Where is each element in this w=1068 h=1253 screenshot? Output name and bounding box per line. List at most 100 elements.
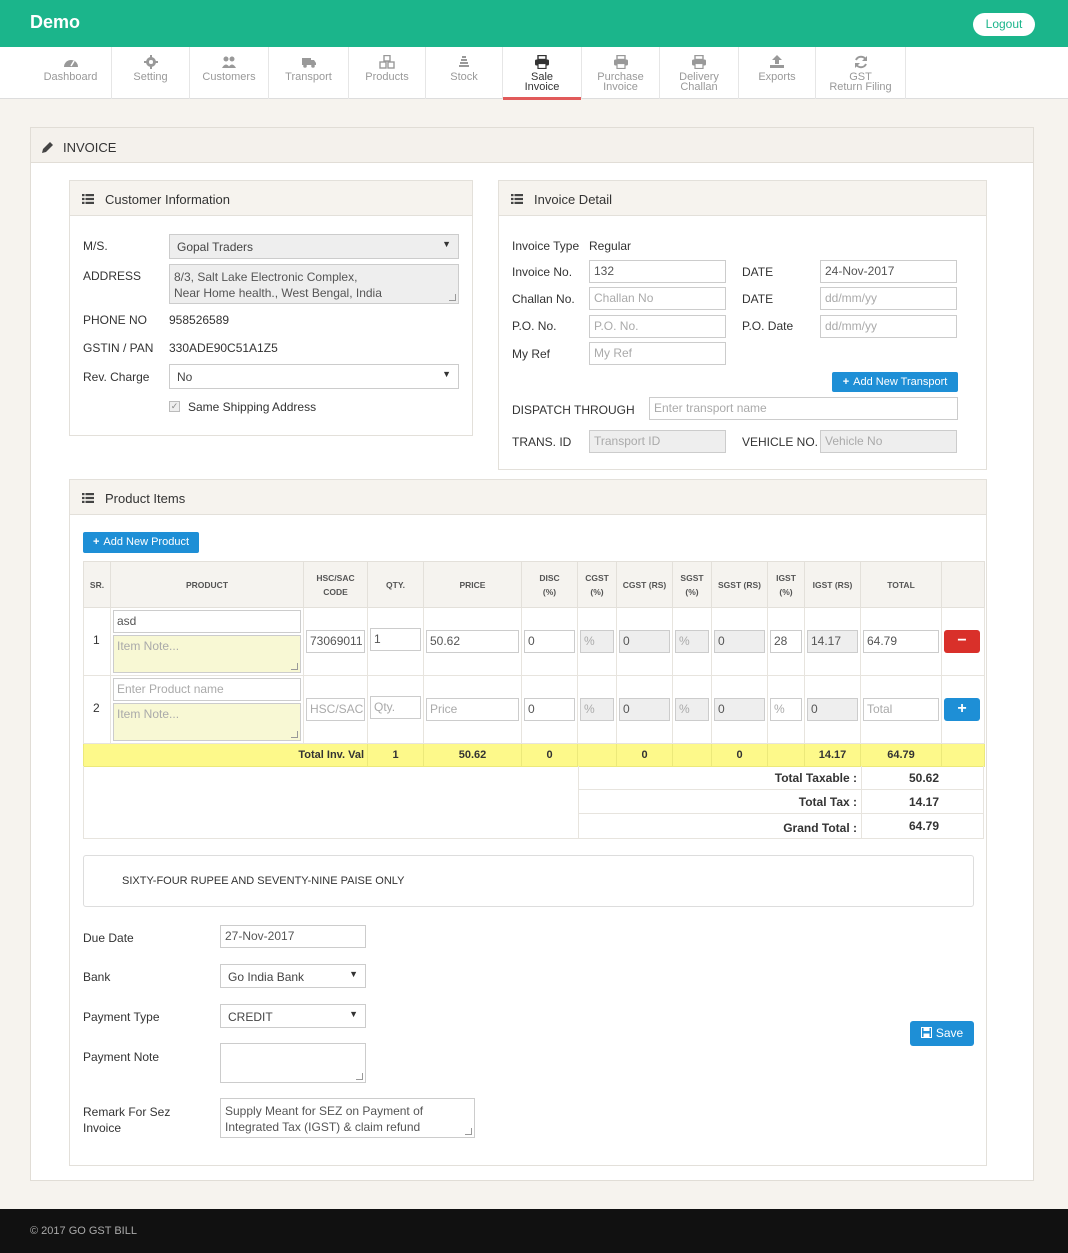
header-text: DISC [539, 572, 560, 583]
igst-rs-input[interactable]: 14.17 [807, 630, 858, 653]
vehicle-input[interactable]: Vehicle No [820, 430, 957, 453]
add-row-button[interactable]: + [944, 698, 980, 721]
remark-input[interactable]: Supply Meant for SEZ on Payment of Integ… [220, 1098, 475, 1138]
sgst-rs-input[interactable]: 0 [714, 698, 765, 721]
sgst-rs-input[interactable]: 0 [714, 630, 765, 653]
summary-row-grand-total: Grand Total : 64.79 [578, 814, 984, 839]
cell-igst-rs: 14.17 [804, 607, 861, 676]
igst-pct-input[interactable]: % [770, 698, 802, 721]
product-name-input[interactable]: Enter Product name [113, 678, 301, 701]
nav-label: Exports [758, 71, 796, 83]
bank-value: Go India Bank [228, 970, 305, 984]
disc-input[interactable]: 0 [524, 698, 575, 721]
panel-header: Customer Information [70, 181, 472, 216]
resize-handle-icon[interactable] [449, 294, 456, 301]
cgst-rs-input[interactable]: 0 [619, 698, 670, 721]
nav-item-purchase-invoice[interactable]: Purchase Invoice [582, 47, 660, 99]
po-no-input[interactable]: P.O. No. [589, 315, 726, 338]
col-header-price: PRICE [423, 561, 522, 608]
challan-no-input[interactable]: Challan No [589, 287, 726, 310]
col-header-product: PRODUCT [110, 561, 304, 608]
payment-type-select[interactable]: CREDIT ▼ [220, 1004, 366, 1028]
amount-in-words-box: SIXTY-FOUR RUPEE AND SEVENTY-NINE PAISE … [83, 855, 974, 907]
nav-item-delivery-challan[interactable]: Delivery Challan [660, 47, 739, 99]
price-input[interactable]: Price [426, 698, 519, 721]
header-text: IGST [776, 572, 796, 583]
igst-pct-input[interactable]: 28 [770, 630, 802, 653]
header-text: PRICE [459, 579, 486, 590]
remark-line: Supply Meant for SEZ on Payment of [225, 1104, 424, 1118]
summary-row-tax: Total Tax : 14.17 [578, 790, 984, 814]
invoice-date-input[interactable]: 24-Nov-2017 [820, 260, 957, 283]
sgst-pct-input[interactable]: % [675, 698, 709, 721]
add-product-button[interactable]: + Add New Product [83, 532, 199, 553]
rev-charge-select[interactable]: No ▼ [169, 364, 459, 389]
hsn-input[interactable]: 73069011 [306, 630, 365, 653]
nav-item-gst-return[interactable]: GST Return Filing [816, 47, 906, 99]
product-name-input[interactable]: asd [113, 610, 301, 633]
challan-date-input[interactable]: dd/mm/yy [820, 287, 957, 310]
truck-icon [301, 58, 316, 68]
header-text: CGST [585, 572, 609, 583]
logout-button[interactable]: Logout [973, 13, 1035, 36]
upload-icon [770, 55, 784, 68]
trans-id-input[interactable]: Transport ID [589, 430, 726, 453]
cell-hsn: HSC/SAC [303, 675, 368, 744]
address-field[interactable]: 8/3, Salt Lake Electronic Complex, Near … [169, 264, 459, 304]
invoice-no-input[interactable]: 132 [589, 260, 726, 283]
resize-handle-icon[interactable] [291, 663, 298, 670]
resize-handle-icon[interactable] [291, 731, 298, 738]
sgst-pct-input[interactable]: % [675, 630, 709, 653]
save-button[interactable]: Save [910, 1021, 974, 1046]
col-header-sgst-rs: SGST (RS) [711, 561, 768, 608]
add-transport-button[interactable]: + Add New Transport [832, 372, 958, 392]
qty-input[interactable]: 1 [370, 628, 421, 651]
customer-select[interactable]: Gopal Traders ▼ [169, 234, 459, 259]
price-input[interactable]: 50.62 [426, 630, 519, 653]
hsn-input[interactable]: HSC/SAC [306, 698, 365, 721]
qty-input[interactable]: Qty. [370, 696, 421, 719]
total-input[interactable]: Total [863, 698, 939, 721]
bank-select[interactable]: Go India Bank ▼ [220, 964, 366, 988]
nav-item-transport[interactable]: Transport [269, 47, 349, 99]
cgst-rs-input[interactable]: 0 [619, 630, 670, 653]
nav-item-products[interactable]: Products [349, 47, 426, 99]
total-input[interactable]: 64.79 [863, 630, 939, 653]
summary-value: 64.79 [909, 819, 940, 833]
nav-item-sale-invoice[interactable]: Sale Invoice [503, 47, 582, 100]
invoice-header-bar [31, 128, 1033, 163]
cgst-pct-input[interactable]: % [580, 698, 614, 721]
cell-sgst-rs: 0 [711, 675, 768, 744]
due-date-input[interactable]: 27-Nov-2017 [220, 925, 366, 948]
resize-handle-icon[interactable] [465, 1128, 472, 1135]
save-label: Save [935, 1026, 964, 1040]
cgst-pct-input[interactable]: % [580, 630, 614, 653]
item-note-input[interactable]: Item Note... [113, 635, 301, 673]
my-ref-input[interactable]: My Ref [589, 342, 726, 365]
igst-rs-input[interactable]: 0 [807, 698, 858, 721]
brand-title[interactable]: Demo [30, 12, 80, 33]
cell-product: asd Item Note... [110, 607, 304, 676]
header-text: HSC/SAC [316, 572, 355, 583]
remove-row-button[interactable]: − [944, 630, 980, 653]
totals-sgst-pct [672, 743, 712, 767]
item-note-input[interactable]: Item Note... [113, 703, 301, 741]
resize-handle-icon[interactable] [356, 1073, 363, 1080]
same-shipping-checkbox[interactable]: ✓ [169, 401, 180, 412]
print-icon [535, 55, 549, 69]
col-header-cgst-rs: CGST (RS) [616, 561, 673, 608]
po-date-input[interactable]: dd/mm/yy [820, 315, 957, 338]
nav-item-setting[interactable]: Setting [112, 47, 190, 99]
dispatch-input[interactable]: Enter transport name [649, 397, 958, 420]
nav-item-dashboard[interactable]: Dashboard [30, 47, 112, 99]
col-header-disc: DISC (%) [521, 561, 578, 608]
disc-input[interactable]: 0 [524, 630, 575, 653]
cell-action: − [941, 607, 985, 676]
cubes-icon [379, 55, 395, 69]
nav-item-stock[interactable]: Stock [426, 47, 503, 99]
nav-item-exports[interactable]: Exports [739, 47, 816, 99]
payment-note-input[interactable] [220, 1043, 366, 1083]
nav-item-customers[interactable]: Customers [190, 47, 269, 99]
col-header-hsn: HSC/SAC CODE [303, 561, 368, 608]
payment-type-value: CREDIT [228, 1010, 273, 1024]
